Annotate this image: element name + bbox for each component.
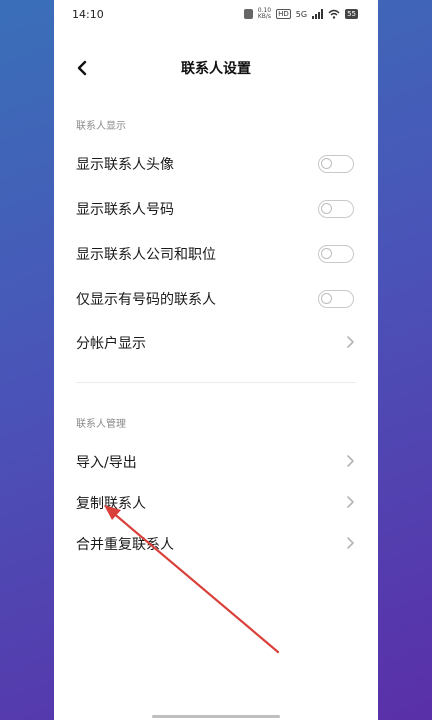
- section-title-display: 联系人显示: [76, 121, 126, 132]
- setting-label: 导入/导出: [76, 455, 137, 471]
- setting-label: 仅显示有号码的联系人: [76, 292, 216, 308]
- vibrate-icon: [243, 9, 253, 19]
- toggle-switch[interactable]: [318, 200, 354, 218]
- setting-show-company[interactable]: 显示联系人公司和职位: [54, 231, 378, 275]
- chevron-right-icon: [347, 537, 354, 549]
- toggle-knob: [321, 293, 332, 304]
- section-title-management: 联系人管理: [76, 419, 126, 430]
- toggle-switch[interactable]: [318, 245, 354, 263]
- chevron-right-icon: [347, 336, 354, 348]
- setting-account-display[interactable]: 分帐户显示: [54, 320, 378, 364]
- setting-label: 显示联系人号码: [76, 202, 174, 218]
- toggle-knob: [321, 248, 332, 259]
- section-divider: [76, 382, 356, 383]
- setting-label: 显示联系人头像: [76, 157, 174, 173]
- setting-show-avatar[interactable]: 显示联系人头像: [54, 141, 378, 185]
- setting-copy-contacts[interactable]: 复制联系人: [54, 480, 378, 524]
- network-speed-unit: KB/s: [257, 13, 272, 20]
- setting-label: 显示联系人公司和职位: [76, 247, 216, 263]
- hd-icon: HD: [276, 9, 291, 19]
- home-indicator[interactable]: [152, 715, 280, 718]
- toggle-switch[interactable]: [318, 155, 354, 173]
- status-icons: 0.10 KB/s HD 5G 55: [243, 8, 358, 20]
- setting-label: 分帐户显示: [76, 336, 146, 352]
- status-bar: 14:10 0.10 KB/s HD 5G 55: [54, 0, 378, 30]
- toggle-knob: [321, 203, 332, 214]
- wifi-icon: [328, 9, 340, 19]
- status-time: 14:10: [72, 8, 104, 21]
- signal-icon: [312, 9, 324, 19]
- setting-merge-duplicates[interactable]: 合并重复联系人: [54, 521, 378, 565]
- page-title: 联系人设置: [181, 61, 251, 77]
- toggle-knob: [321, 158, 332, 169]
- chevron-right-icon: [347, 455, 354, 467]
- phone-screen: 14:10 0.10 KB/s HD 5G 55 联系人设置 联系人显示 显示联…: [54, 0, 378, 720]
- setting-import-export[interactable]: 导入/导出: [54, 439, 378, 483]
- setting-only-with-number[interactable]: 仅显示有号码的联系人: [54, 276, 378, 320]
- setting-show-number[interactable]: 显示联系人号码: [54, 186, 378, 230]
- battery-icon: 55: [345, 9, 358, 19]
- setting-label: 合并重复联系人: [76, 537, 174, 553]
- toggle-switch[interactable]: [318, 290, 354, 308]
- top-bar: 联系人设置: [54, 48, 378, 88]
- setting-label: 复制联系人: [76, 496, 146, 512]
- network-speed: 0.10 KB/s: [258, 8, 271, 20]
- chevron-right-icon: [347, 496, 354, 508]
- network-type: 5G: [295, 9, 308, 19]
